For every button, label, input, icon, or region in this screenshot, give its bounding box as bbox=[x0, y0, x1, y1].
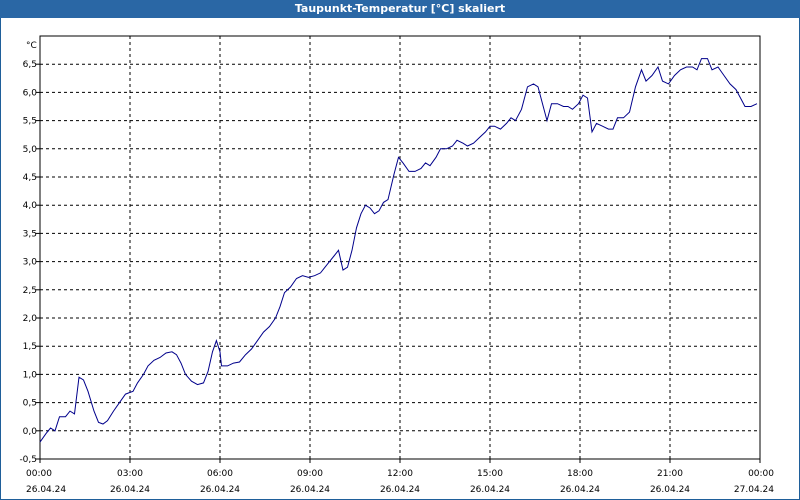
y-tick-label: 0,5 bbox=[23, 399, 37, 409]
y-tick-labels: -0,5 0,0 0,5 1,0 1,5 2,0 2,5 3,0 3,5 4,0 4,5 5,0 5,5… bbox=[19, 60, 37, 465]
x-tick-time: 18:00 bbox=[567, 469, 593, 479]
y-tick-label: -0,5 bbox=[19, 455, 37, 465]
y-tick-label: 6,5 bbox=[23, 60, 37, 70]
y-tick-label: 5,0 bbox=[23, 145, 38, 155]
x-tick-date: 26.04.24 bbox=[380, 485, 420, 495]
y-tick-label: 6,0 bbox=[23, 88, 38, 98]
x-tick-date: 26.04.24 bbox=[26, 485, 66, 495]
x-tick-date: 26.04.24 bbox=[470, 485, 510, 495]
y-tick-label: 3,0 bbox=[23, 258, 38, 268]
x-tick-date: 27.04.24 bbox=[734, 485, 774, 495]
x-tick-date: 26.04.24 bbox=[200, 485, 240, 495]
x-tick-date: 26.04.24 bbox=[650, 485, 690, 495]
x-tick-time: 09:00 bbox=[297, 469, 323, 479]
y-tick-label: 2,5 bbox=[23, 286, 37, 296]
dewpoint-chart: -0,5 0,0 0,5 1,0 1,5 2,0 2,5 3,0 3,5 4,0 4,5 5,0 5,5… bbox=[19, 35, 774, 495]
x-tick-time: 12:00 bbox=[387, 469, 413, 479]
x-tick-date: 26.04.24 bbox=[560, 485, 600, 495]
x-tick-time: 06:00 bbox=[207, 469, 233, 479]
x-tick-date: 26.04.24 bbox=[110, 485, 150, 495]
x-tick-time: 21:00 bbox=[657, 469, 683, 479]
y-tick-label: 1,0 bbox=[23, 370, 38, 380]
y-tick-label: 2,0 bbox=[23, 314, 38, 324]
x-tick-time: 00:00 bbox=[26, 469, 52, 479]
x-tick-date: 26.04.24 bbox=[290, 485, 330, 495]
x-tick-labels: 00:00 26.04.24 03:00 26.04.24 06:00 26.04.24 0… bbox=[26, 469, 774, 495]
x-tick-time: 15:00 bbox=[477, 469, 503, 479]
x-tick-time: 03:00 bbox=[117, 469, 143, 479]
y-tick-label: 4,0 bbox=[23, 201, 38, 211]
y-tick-label: 3,5 bbox=[23, 229, 37, 239]
x-tick-time: 00:00 bbox=[748, 469, 774, 479]
y-unit-label: °C bbox=[26, 41, 37, 51]
y-tick-label: 0,0 bbox=[23, 427, 38, 437]
y-tick-label: 4,5 bbox=[23, 173, 37, 183]
y-tick-label: 5,5 bbox=[23, 117, 37, 127]
y-tick-label: 1,5 bbox=[23, 342, 37, 352]
